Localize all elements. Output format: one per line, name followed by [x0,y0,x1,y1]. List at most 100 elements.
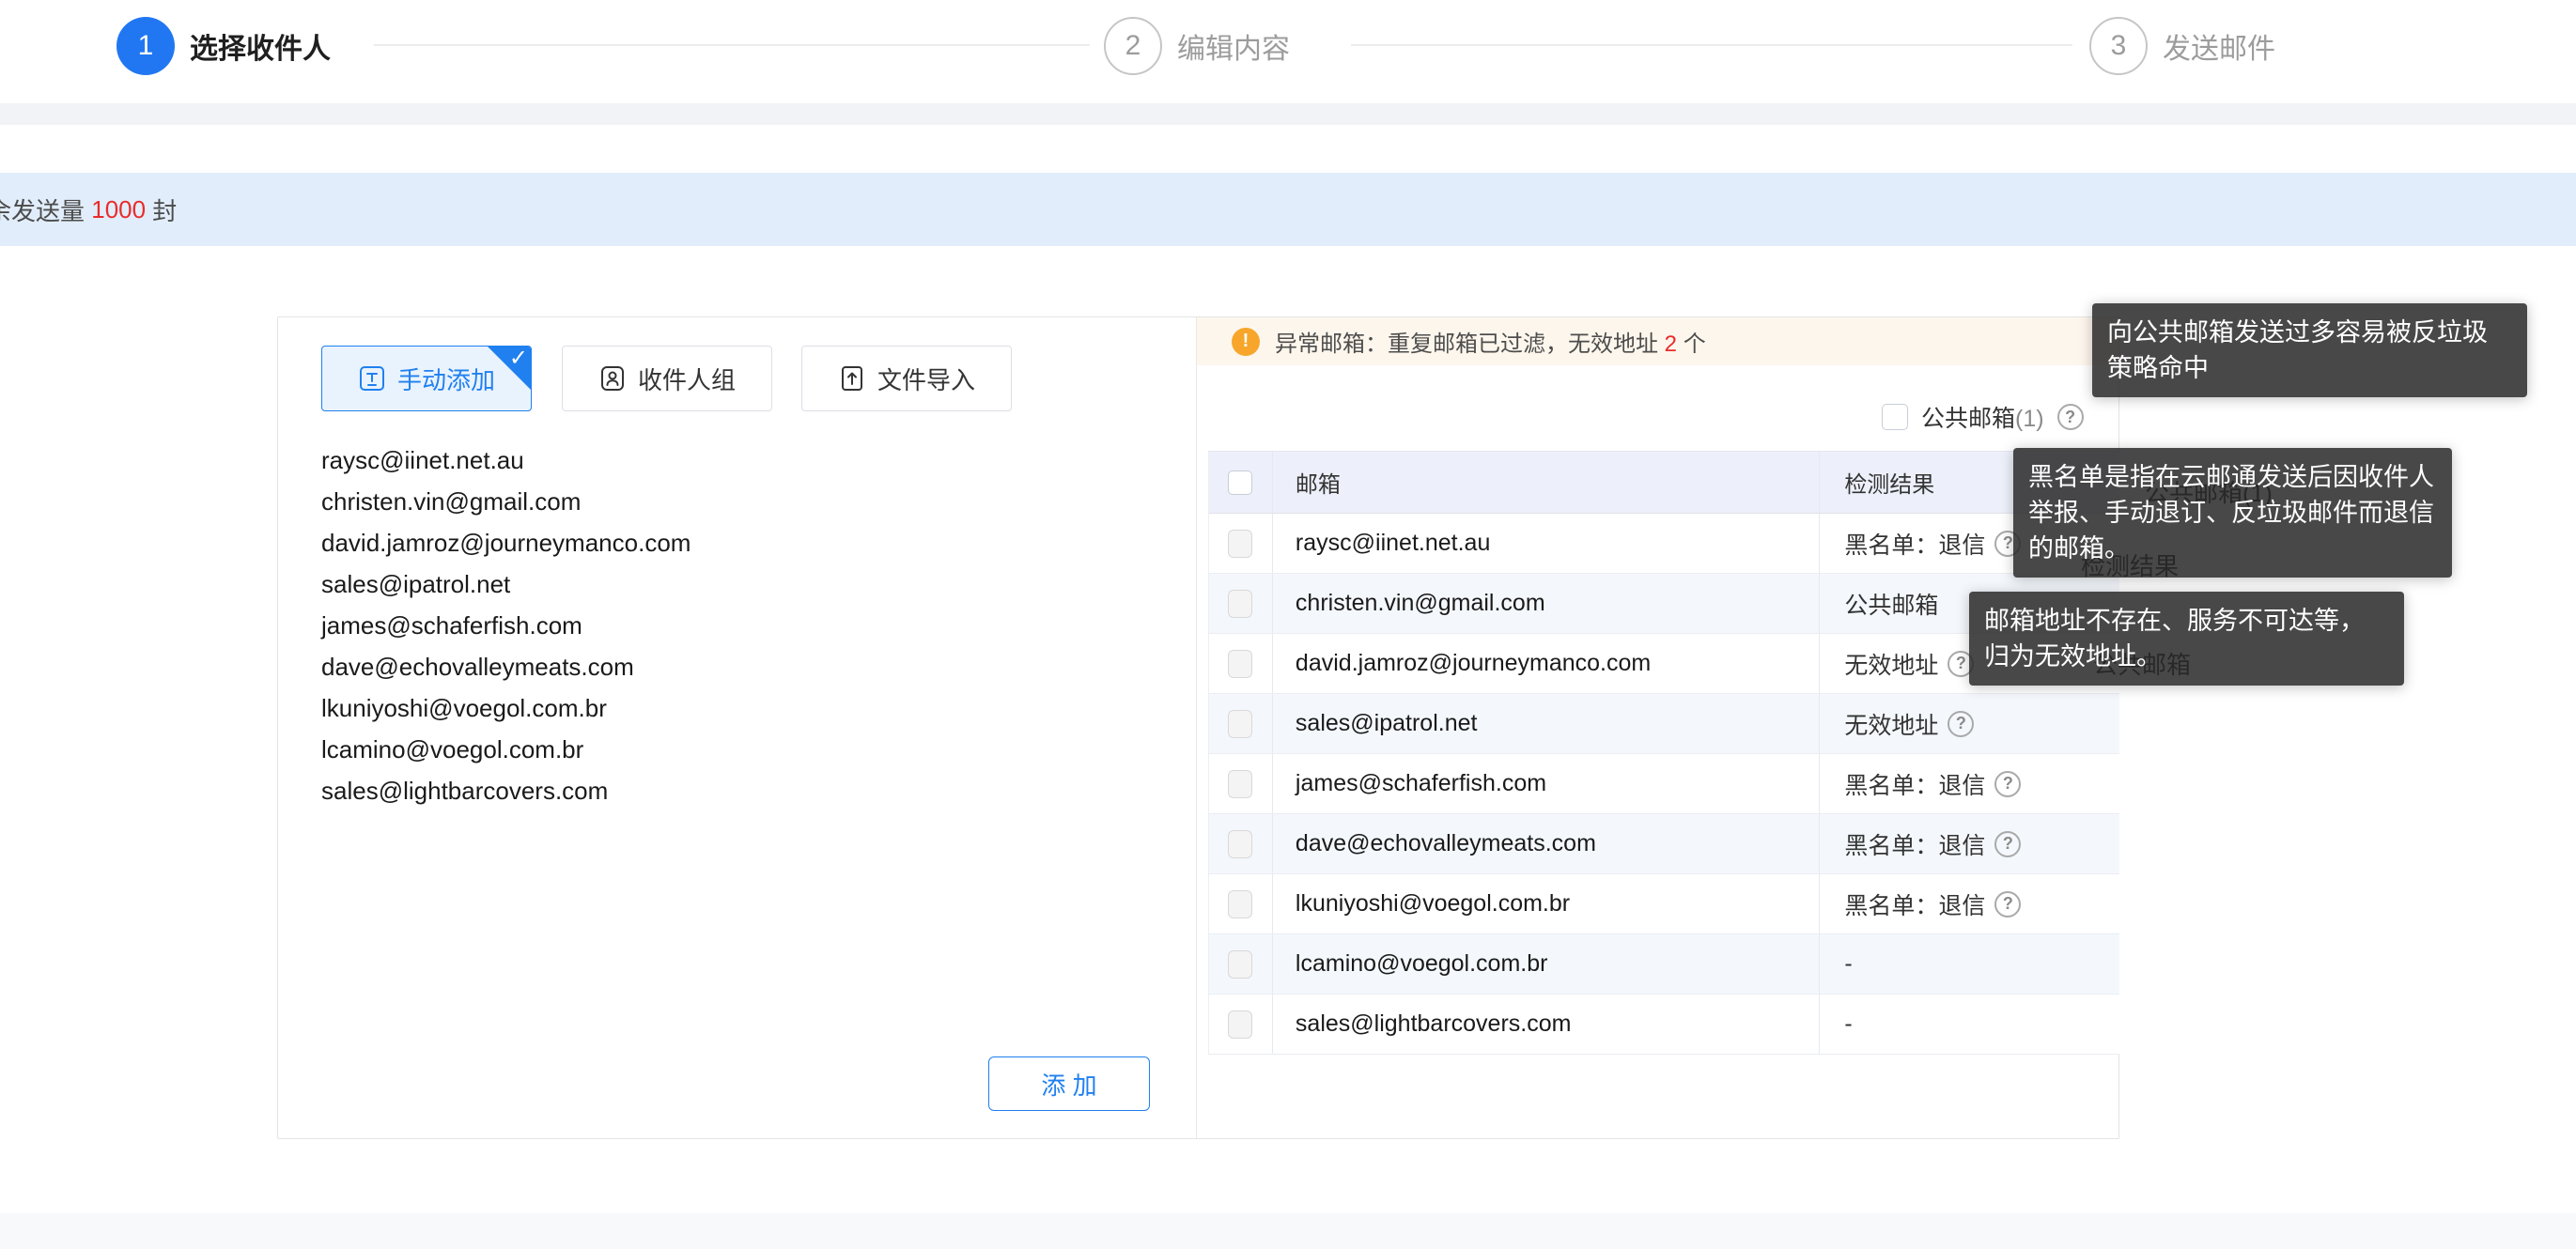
step-2-edit-content: 2 编辑内容 [1104,17,1290,75]
batch-mail-wizard-screen: 1 选择收件人 2 编辑内容 3 发送邮件 剩余发送量 1000 封 [0,0,2576,1249]
status-text: 黑名单：退信 [1844,827,1985,861]
step-3-label: 发送邮件 [2163,25,2275,67]
status-text: 黑名单：退信 [1844,767,1985,801]
status-help-icon[interactable]: ? [1994,891,2021,917]
row-checkbox[interactable] [1228,1010,1252,1039]
header-divider-band [0,103,2576,125]
email-entry: christen.vin@gmail.com [321,481,1148,522]
status-text: - [1844,1010,1852,1038]
public-mailbox-checkbox[interactable] [1882,404,1908,430]
public-mailbox-label: 公共邮箱(1) [1921,400,2044,434]
tab-file-import-label: 文件导入 [877,362,975,396]
status-help-icon[interactable]: ? [1994,831,2021,857]
step-1-circle: 1 [116,17,175,75]
tab-manual-add-label: 手动添加 [397,362,495,396]
row-checkbox-cell [1209,514,1273,573]
tab-recipient-group[interactable]: 收件人组 [562,346,772,411]
step-3-send-mail: 3 发送邮件 [2089,17,2275,75]
status-text: 黑名单：退信 [1844,887,1985,921]
table-header-row: 邮箱 检测结果 [1209,452,2119,514]
row-email: christen.vin@gmail.com [1273,574,1820,633]
check-icon: ✓ [509,346,528,372]
public-mailbox-filter-row: 公共邮箱(1) ? [1882,400,2084,434]
alert-icon: ! [1232,328,1260,356]
email-entry: raysc@iinet.net.au [321,439,1148,481]
table-row: sales@lightbarcovers.com - [1209,995,2119,1055]
steps-header: 1 选择收件人 2 编辑内容 3 发送邮件 [0,0,2576,103]
public-mailbox-help-icon[interactable]: ? [2057,404,2084,430]
row-email: sales@ipatrol.net [1273,694,1820,753]
status-help-icon[interactable]: ? [1994,771,2021,797]
file-import-icon [838,364,866,393]
row-checkbox-cell [1209,995,1273,1054]
row-checkbox[interactable] [1228,950,1252,979]
row-email: david.jamroz@journeymanco.com [1273,634,1820,693]
status-text: 无效地址 [1844,707,1938,741]
row-checkbox[interactable] [1228,710,1252,738]
table-row: dave@echovalleymeats.com 黑名单：退信 ? [1209,814,2119,874]
invalid-count: 2 [1665,332,1677,357]
row-email: dave@echovalleymeats.com [1273,814,1820,873]
row-status: - [1820,995,2119,1054]
row-status: 黑名单：退信 ? [1820,874,2119,933]
table-row: lkuniyoshi@voegol.com.br 黑名单：退信 ? [1209,874,2119,934]
invalid-address-tooltip: 邮箱地址不存在、服务不可达等，归为无效地址。 [1969,592,2404,686]
table-row: sales@ipatrol.net 无效地址 ? [1209,694,2119,754]
table-row: raysc@iinet.net.au 黑名单：退信 ? [1209,514,2119,574]
quota-text: 剩余发送量 1000 封 [0,173,177,246]
step-3-circle: 3 [2089,17,2148,75]
warning-text: 异常邮箱：重复邮箱已过滤，无效地址 2 个 [1275,325,1706,358]
status-text: 黑名单：退信 [1844,527,1985,561]
row-checkbox[interactable] [1228,590,1252,618]
quota-amount: 1000 [91,195,146,224]
abnormal-mailbox-warning: ! 异常邮箱：重复邮箱已过滤，无效地址 2 个 [1197,317,2118,365]
recipients-card: 手动添加 ✓ 收件人组 文件导入 rays [277,316,2119,1139]
row-checkbox-cell [1209,694,1273,753]
quota-prefix: 剩余发送量 [0,193,91,227]
table-row: lcamino@voegol.com.br - [1209,934,2119,995]
tab-manual-add[interactable]: 手动添加 ✓ [321,346,532,411]
row-checkbox-cell [1209,754,1273,813]
status-help-icon[interactable]: ? [1948,711,1974,737]
row-email: james@schaferfish.com [1273,754,1820,813]
row-checkbox-cell [1209,814,1273,873]
public-mailbox-tooltip: 向公共邮箱发送过多容易被反垃圾策略命中 [2092,303,2527,397]
row-checkbox-cell [1209,934,1273,994]
status-text: 公共邮箱 [1844,587,1938,621]
add-button[interactable]: 添 加 [988,1056,1150,1111]
row-checkbox[interactable] [1228,530,1252,558]
public-mailbox-count: (1) [2015,406,2044,432]
email-entry: dave@echovalleymeats.com [321,646,1148,687]
row-status: 无效地址 ? [1820,694,2119,753]
email-entry: lkuniyoshi@voegol.com.br [321,687,1148,729]
tab-recipient-group-label: 收件人组 [638,362,736,396]
row-checkbox[interactable] [1228,650,1252,678]
blacklist-tooltip: 黑名单是指在云邮通发送后因收件人举报、手动退订、反垃圾邮件而退信的邮箱。 [2013,448,2452,578]
tab-file-import[interactable]: 文件导入 [801,346,1012,411]
detection-result-table: 邮箱 检测结果 raysc@iinet.net.au 黑名单：退信 ? chri… [1208,451,2119,1055]
email-entry: lcamino@voegol.com.br [321,729,1148,770]
row-checkbox[interactable] [1228,830,1252,858]
row-checkbox[interactable] [1228,770,1252,798]
step-1-select-recipients: 1 选择收件人 [116,17,331,75]
manual-email-input-area[interactable]: raysc@iinet.net.auchristen.vin@gmail.com… [321,439,1148,811]
email-column-header: 邮箱 [1273,452,1820,513]
email-entry: sales@ipatrol.net [321,563,1148,605]
row-checkbox-cell [1209,634,1273,693]
manual-add-icon [358,364,386,393]
step-2-circle: 2 [1104,17,1162,75]
recipient-group-icon [598,364,627,393]
quota-bar: 剩余发送量 1000 封 [0,173,2576,246]
footer-band [0,1213,2576,1249]
row-status: - [1820,934,2119,994]
row-checkbox[interactable] [1228,890,1252,918]
select-all-checkbox[interactable] [1228,470,1252,495]
status-text: - [1844,950,1852,978]
step-1-label: 选择收件人 [190,25,331,67]
step-connector-1 [374,44,1090,46]
row-email: lkuniyoshi@voegol.com.br [1273,874,1820,933]
email-entry: sales@lightbarcovers.com [321,770,1148,811]
row-email: sales@lightbarcovers.com [1273,995,1820,1054]
table-row: james@schaferfish.com 黑名单：退信 ? [1209,754,2119,814]
row-checkbox-cell [1209,574,1273,633]
